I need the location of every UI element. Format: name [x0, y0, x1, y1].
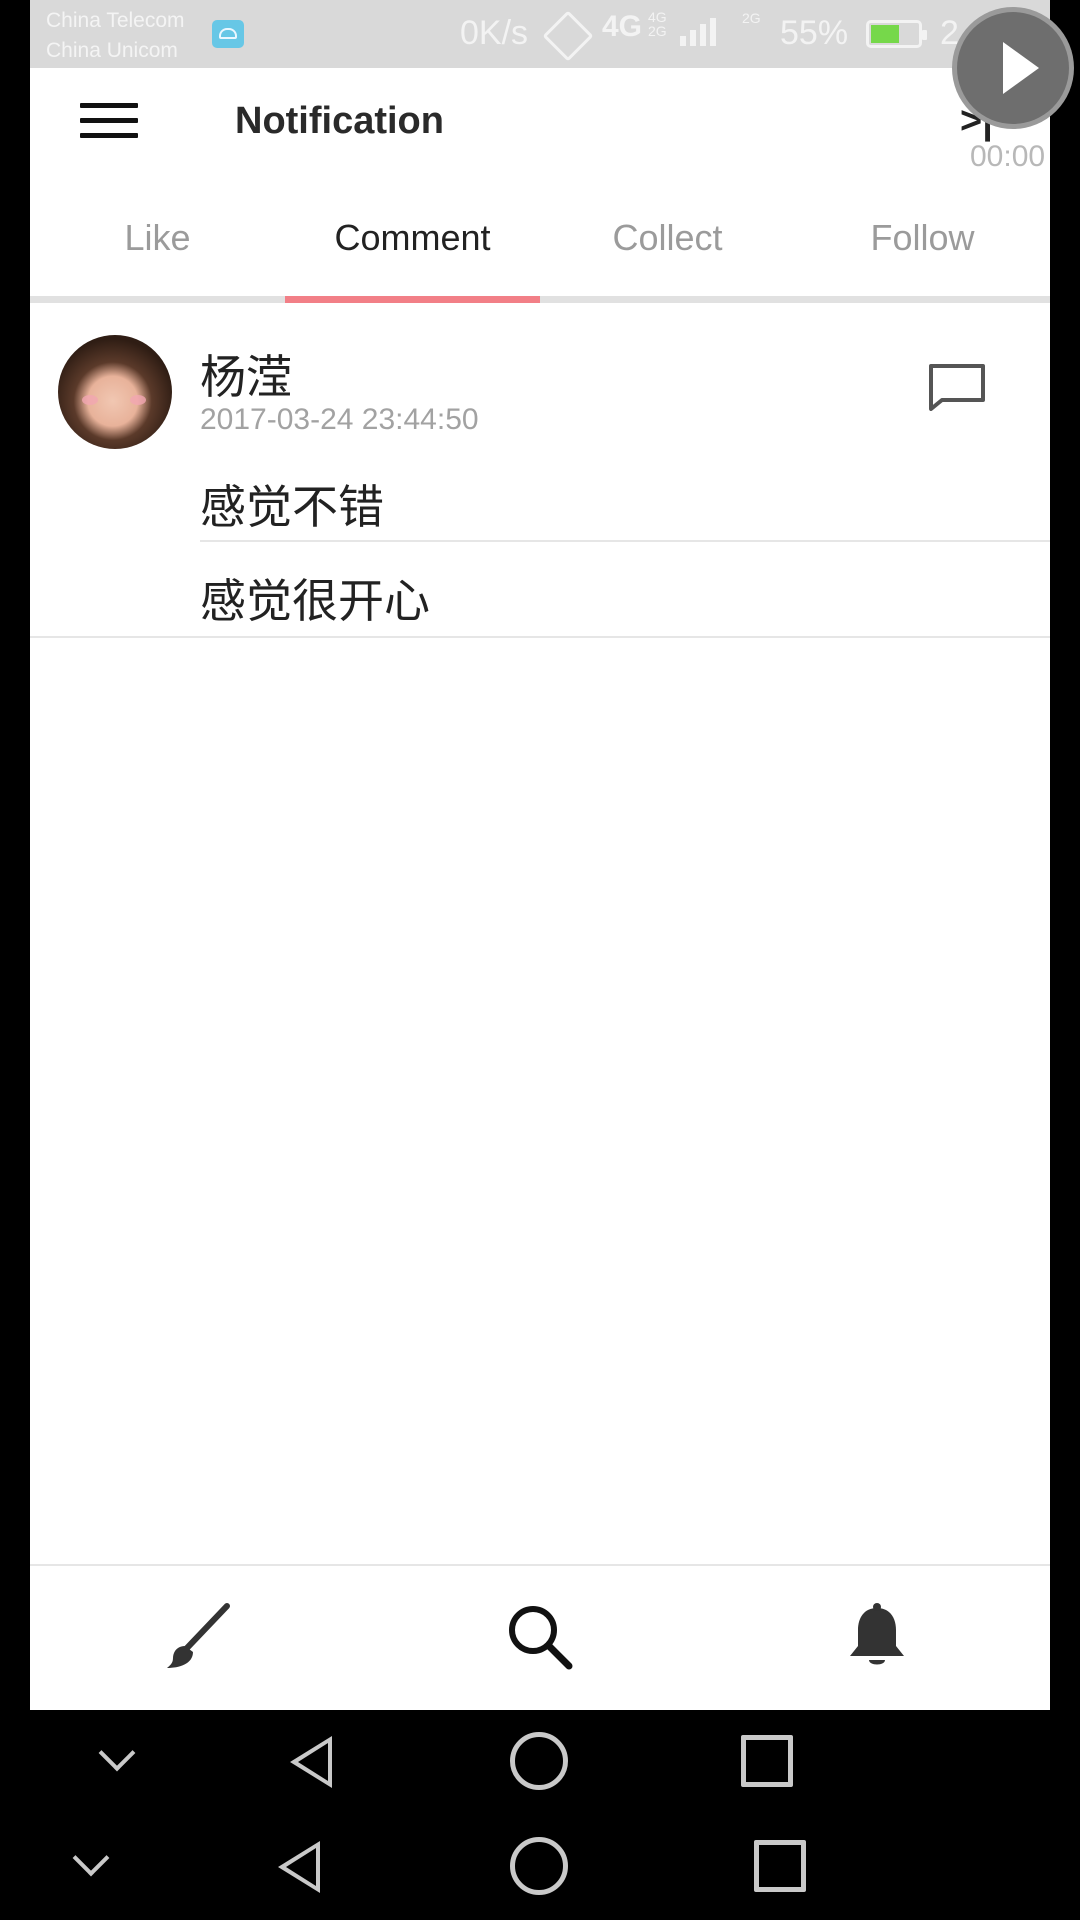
carrier-2: China Unicom	[46, 39, 178, 62]
search-icon[interactable]	[505, 1602, 575, 1672]
brush-icon[interactable]	[165, 1602, 235, 1672]
network-small-top: 4G	[648, 9, 667, 25]
back-icon[interactable]	[278, 1841, 320, 1893]
tab-collect[interactable]: Collect	[540, 183, 795, 303]
signal-bars-icon	[680, 18, 720, 46]
comment-text[interactable]: 感觉很开心	[200, 565, 430, 631]
page-title: Notification	[235, 100, 444, 142]
back-icon[interactable]	[290, 1736, 332, 1788]
chevron-down-icon[interactable]	[98, 1734, 136, 1772]
screen-record-play-button[interactable]	[957, 12, 1069, 124]
system-nav-bar	[0, 1815, 1080, 1920]
battery-icon	[866, 20, 927, 48]
recent-apps-icon[interactable]	[741, 1735, 793, 1787]
android-debug-icon	[212, 20, 244, 48]
bell-icon[interactable]	[842, 1602, 912, 1672]
carrier-1: China Telecom	[46, 9, 185, 32]
home-icon[interactable]	[510, 1837, 568, 1895]
bottom-nav	[30, 1564, 1050, 1710]
network-small-label: 4G 2G	[648, 10, 667, 38]
tab-track	[30, 296, 1050, 303]
timestamp: 2017-03-24 23:44:50	[200, 403, 479, 436]
network-small-bottom: 2G	[648, 23, 667, 39]
divider	[200, 540, 1050, 542]
app-header: Notification >|	[30, 68, 1050, 183]
status-bar: China Telecom China Unicom 0K/s 4G 4G 2G…	[30, 0, 1050, 68]
tab-follow[interactable]: Follow	[795, 183, 1050, 303]
carrier-info: China Telecom China Unicom	[46, 6, 185, 66]
home-icon[interactable]	[510, 1732, 568, 1790]
tab-comment[interactable]: Comment	[285, 183, 540, 303]
notification-item[interactable]: 杨滢 2017-03-24 23:44:50 感觉不错 感觉很开心	[30, 303, 1050, 638]
tab-active-indicator	[285, 296, 540, 303]
network-2g-label: 2G	[742, 10, 761, 26]
recent-apps-icon[interactable]	[754, 1840, 806, 1892]
network-speed: 0K/s	[460, 14, 529, 52]
username[interactable]: 杨滢	[200, 341, 292, 407]
status-time: 2	[940, 14, 959, 52]
record-elapsed-time: 00:00	[970, 140, 1046, 173]
network-4g-label: 4G	[602, 10, 643, 43]
tab-like[interactable]: Like	[30, 183, 285, 303]
battery-percent: 55%	[780, 14, 849, 52]
system-nav-bar	[0, 1710, 1080, 1815]
menu-icon[interactable]	[80, 103, 138, 139]
divider	[30, 636, 1050, 638]
app-screen: China Telecom China Unicom 0K/s 4G 4G 2G…	[30, 0, 1050, 1710]
mute-icon	[542, 10, 594, 62]
comment-text[interactable]: 感觉不错	[200, 471, 384, 537]
tab-bar: Like Comment Collect Follow	[30, 183, 1050, 303]
comment-icon[interactable]	[928, 363, 986, 411]
avatar[interactable]	[58, 335, 172, 449]
chevron-down-icon[interactable]	[72, 1839, 110, 1877]
